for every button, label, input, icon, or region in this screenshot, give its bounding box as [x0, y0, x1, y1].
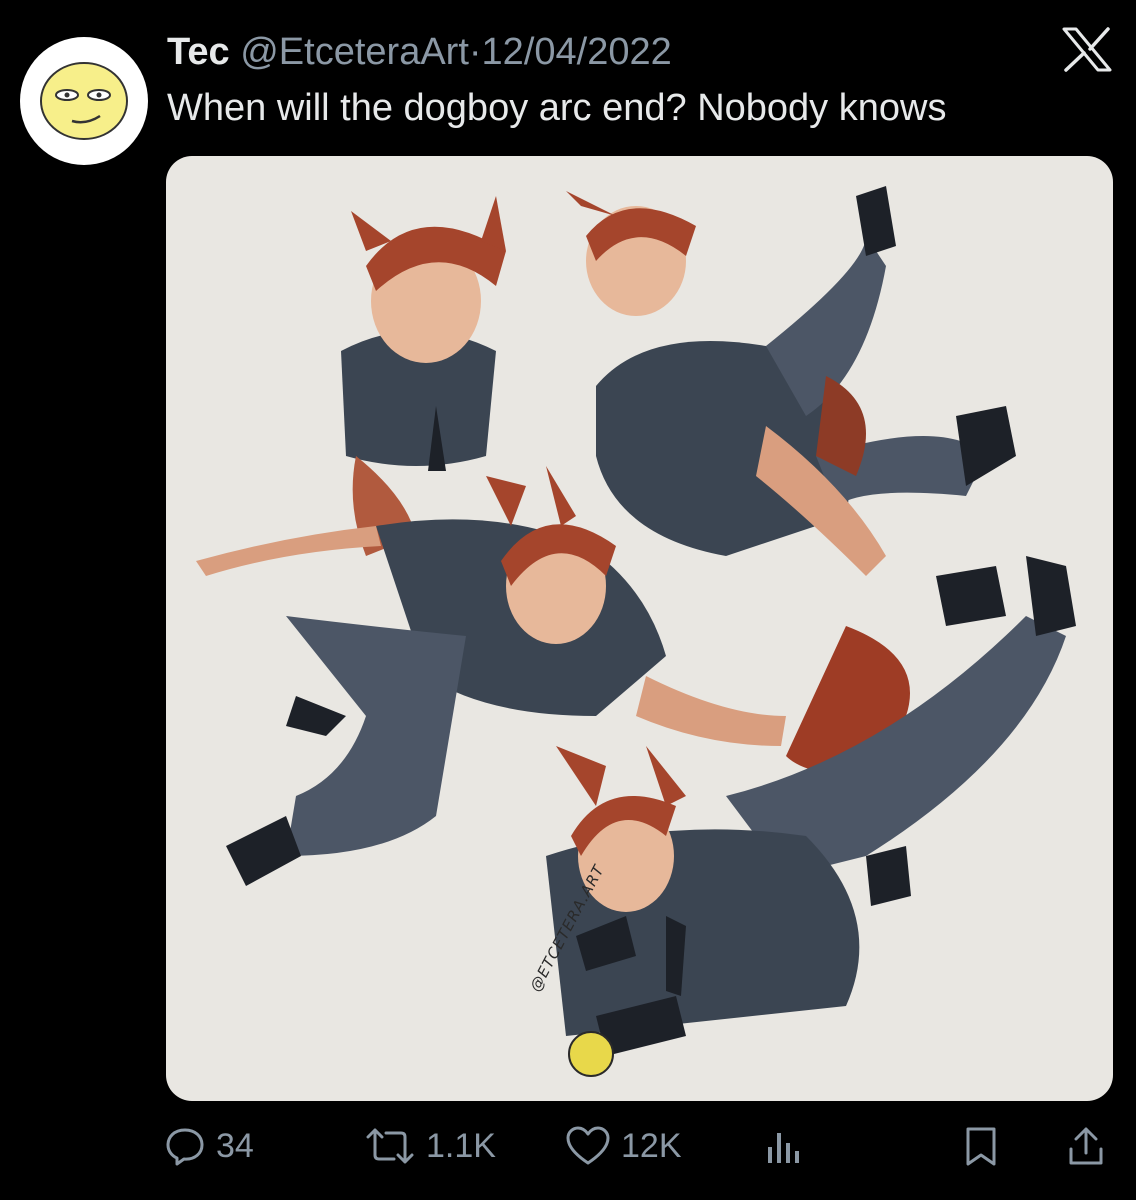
bookmark-icon [966, 1127, 996, 1166]
like-count: 12K [621, 1126, 682, 1165]
tweet-header: Tec @EtceteraArt·12/04/2022 [167, 26, 672, 78]
heart-icon [566, 1126, 610, 1165]
display-name[interactable]: Tec [167, 31, 230, 73]
x-logo-icon[interactable] [1062, 27, 1112, 72]
illustration [196, 186, 1076, 1077]
retweet-icon [366, 1128, 414, 1164]
reply-icon [166, 1128, 204, 1166]
retweet-button[interactable]: 1.1K [364, 1118, 496, 1174]
header-separator: · [468, 31, 482, 73]
tweet-action-bar: 34 1.1K 12K [0, 1118, 1136, 1174]
tweet-media[interactable]: @ETCETERA.ART [166, 156, 1113, 1101]
share-button[interactable] [1066, 1118, 1106, 1174]
avatar[interactable] [20, 37, 148, 165]
bookmark-button[interactable] [962, 1118, 1000, 1174]
reply-button[interactable]: 34 [164, 1118, 254, 1174]
views-icon [768, 1133, 799, 1163]
figure-jumping [566, 186, 1016, 576]
like-button[interactable]: 12K [565, 1118, 682, 1174]
share-icon [1069, 1127, 1103, 1165]
figure-bust [341, 196, 506, 471]
handle[interactable]: @EtceteraArt [240, 31, 469, 73]
views-button[interactable] [764, 1118, 804, 1174]
reply-count: 34 [216, 1126, 254, 1165]
avatar-face-icon [40, 62, 128, 140]
tweet-date[interactable]: 12/04/2022 [482, 31, 672, 73]
retweet-count: 1.1K [426, 1126, 496, 1165]
tweet-text: When will the dogboy arc end? Nobody kno… [167, 87, 947, 129]
